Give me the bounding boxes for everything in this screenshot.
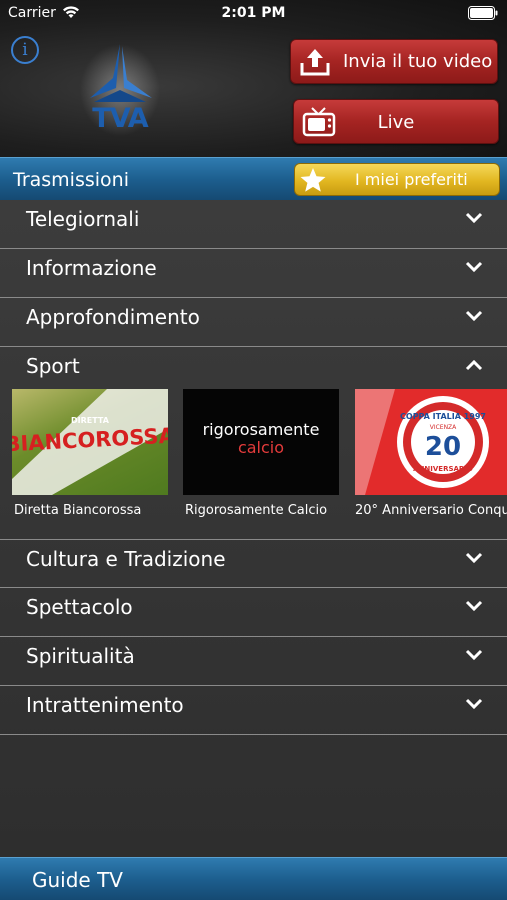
chevron-down-icon [465, 698, 483, 710]
live-button[interactable]: Live [293, 99, 499, 144]
battery-icon [468, 6, 498, 20]
category-row-telegiornali[interactable]: Telegiornali [0, 200, 507, 249]
chevron-down-icon [465, 212, 483, 224]
category-row-cultura-e-tradizione[interactable]: Cultura e Tradizione [0, 539, 507, 588]
category-row-intrattenimento[interactable]: Intrattenimento [0, 686, 507, 735]
status-bar: Carrier 2:01 PM [0, 0, 507, 28]
anniversario-artwork: COPPA ITALIA 1997 VICENZA 20 ANNIVERSARI… [355, 389, 489, 495]
show-caption: Diretta Biancorossa [14, 503, 142, 518]
thumb-title-text: COPPA ITALIA 1997 [400, 412, 486, 421]
upload-video-button[interactable]: Invia il tuo video [290, 39, 498, 84]
thumb-small-text: VICENZA [430, 424, 457, 431]
info-icon[interactable]: i [11, 36, 39, 64]
favorites-button[interactable]: I miei preferiti [294, 163, 500, 196]
thumb-title-text: BIANCOROSSA [12, 424, 168, 457]
section-bar: Trasmissioni I miei preferiti [0, 157, 507, 200]
chevron-down-icon [465, 261, 483, 273]
show-thumbnail-anniversario[interactable]: COPPA ITALIA 1997 VICENZA 20 ANNIVERSARI… [355, 389, 507, 495]
category-label: Spiritualità [26, 644, 135, 668]
category-label: Approfondimento [26, 305, 200, 329]
category-label: Cultura e Tradizione [26, 547, 226, 571]
category-row-spettacolo[interactable]: Spettacolo [0, 588, 507, 637]
star-icon [300, 168, 326, 192]
thumb-subtitle-text: calcio [238, 438, 284, 457]
rigorosamente-artwork: rigorosamente calcio [203, 420, 320, 457]
category-row-spiritualita[interactable]: Spiritualità [0, 637, 507, 686]
upload-video-label: Invia il tuo video [343, 51, 493, 72]
show-thumbnail-diretta-biancorossa[interactable]: DIRETTA BIANCOROSSA [12, 389, 168, 495]
section-title: Trasmissioni [13, 169, 129, 191]
thumb-small-text: DIRETTA [71, 416, 110, 425]
category-label: Informazione [26, 256, 157, 280]
category-row-informazione[interactable]: Informazione [0, 249, 507, 298]
sport-shows-carousel[interactable]: DIRETTA BIANCOROSSA Diretta Biancorossa … [0, 387, 507, 539]
live-label: Live [377, 112, 415, 133]
show-thumbnail-rigorosamente-calcio[interactable]: rigorosamente calcio [183, 389, 339, 495]
upload-icon [300, 49, 330, 76]
tva-logo-text: TVA [92, 103, 148, 134]
favorites-label: I miei preferiti [355, 170, 468, 189]
category-label: Sport [26, 354, 80, 378]
category-label: Spettacolo [26, 595, 133, 619]
thumb-title-text: rigorosamente [203, 420, 320, 439]
category-row-approfondimento[interactable]: Approfondimento [0, 298, 507, 347]
thumb-subtitle-text: ANNIVERSARIO [413, 465, 473, 473]
status-time: 2:01 PM [221, 5, 286, 21]
show-caption: 20° Anniversario Conqui... [355, 503, 507, 518]
chevron-down-icon [465, 552, 483, 564]
biancorossa-artwork: DIRETTA BIANCOROSSA [12, 389, 168, 495]
app-header: Carrier 2:01 PM i TVA Invia il tuo video… [0, 0, 507, 157]
category-label: Intrattenimento [26, 693, 184, 717]
chevron-up-icon [465, 359, 483, 371]
show-caption: Rigorosamente Calcio [185, 503, 328, 518]
thumb-number-text: 20 [425, 432, 461, 462]
category-list: Telegiornali Informazione Approfondiment… [0, 200, 507, 857]
chevron-down-icon [465, 600, 483, 612]
guide-tv-label: Guide TV [32, 868, 123, 892]
guide-tv-bar[interactable]: Guide TV [0, 857, 507, 900]
chevron-down-icon [465, 649, 483, 661]
chevron-down-icon [465, 310, 483, 322]
category-label: Telegiornali [26, 207, 140, 231]
